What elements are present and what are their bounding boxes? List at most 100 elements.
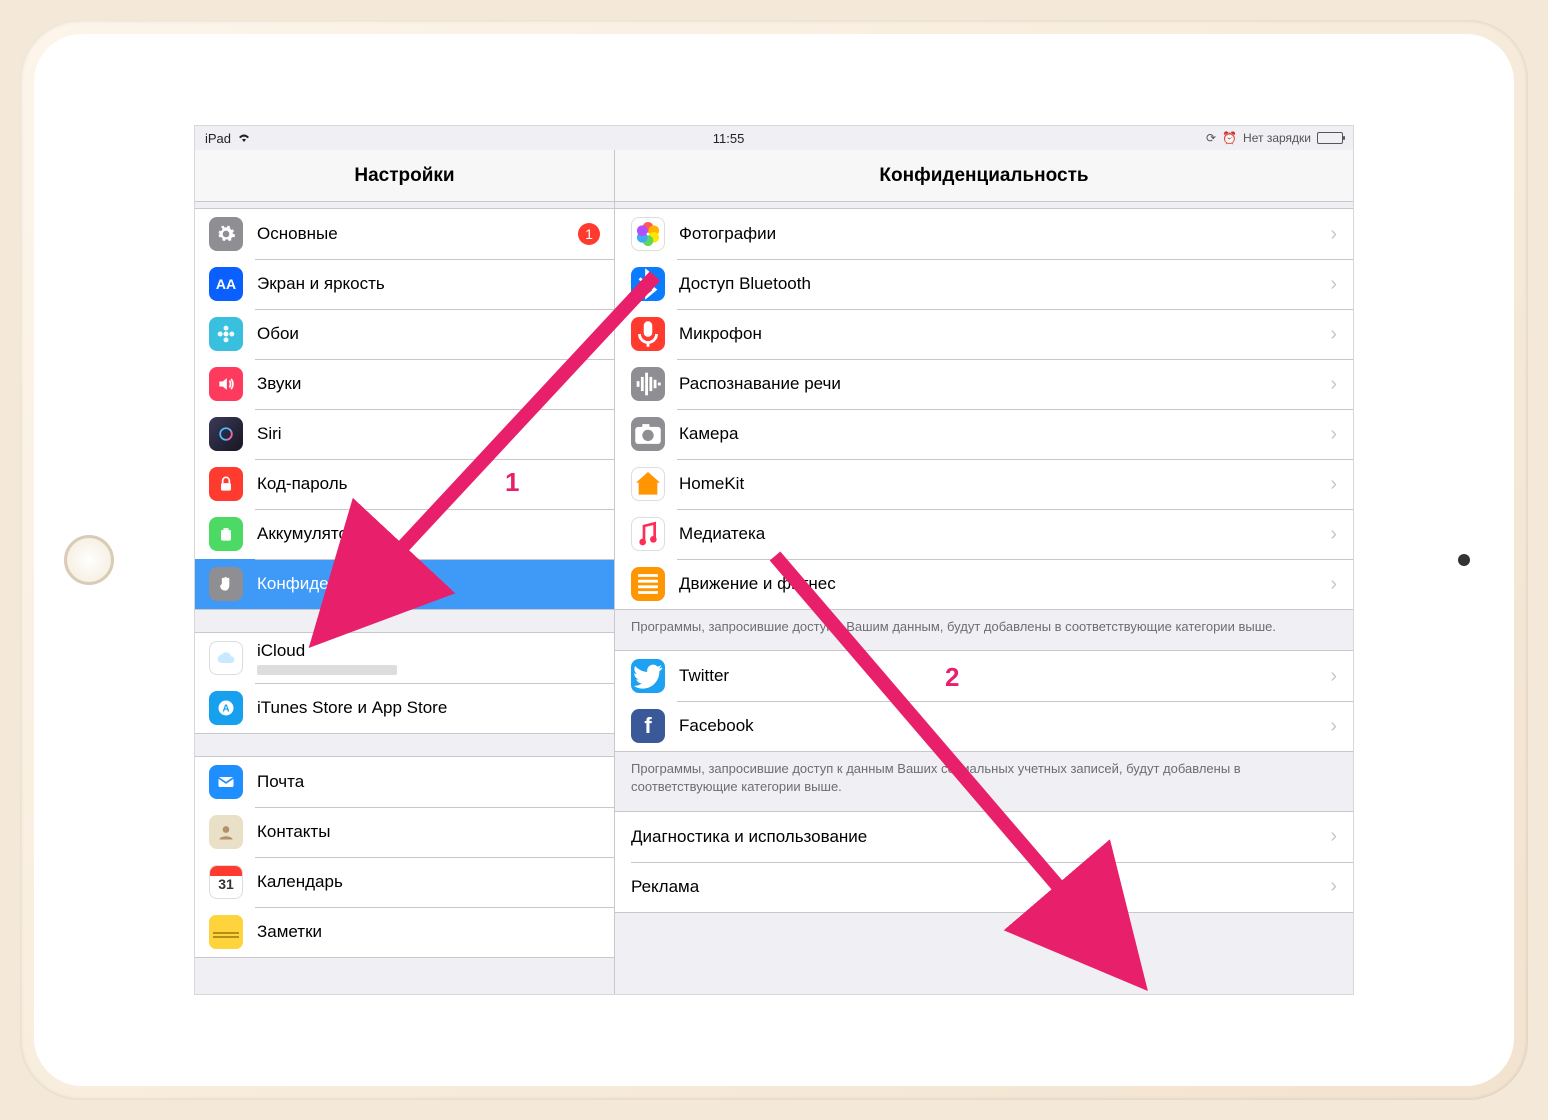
- sidebar-item-battery[interactable]: Аккумулятор: [195, 509, 614, 559]
- device-label: iPad: [205, 131, 231, 146]
- detail-group: Twitter›fFacebook›: [615, 650, 1353, 752]
- notes-icon: [209, 915, 243, 949]
- lock-icon: [209, 467, 243, 501]
- privacy-item-label: HomeKit: [679, 474, 1330, 494]
- privacy-item-diag[interactable]: Диагностика и использование›: [615, 812, 1353, 862]
- chevron-right-icon: ›: [1330, 665, 1337, 688]
- siri-icon: [209, 417, 243, 451]
- section-footer: Программы, запросившие доступ к Вашим да…: [615, 610, 1353, 650]
- status-bar: iPad 11:55 ⟳ ⏰ Нет зарядки: [195, 126, 1353, 150]
- privacy-item-photos[interactable]: Фотографии›: [615, 209, 1353, 259]
- sidebar-item-contacts[interactable]: Контакты: [195, 807, 614, 857]
- sidebar-scroll[interactable]: Основные1 AA Экран и яркость Обои Звуки Siri К…: [195, 202, 614, 994]
- sidebar-item-display[interactable]: AA Экран и яркость: [195, 259, 614, 309]
- sidebar-group: Основные1 AA Экран и яркость Обои Звуки Siri К…: [195, 208, 614, 610]
- chevron-right-icon: ›: [1330, 473, 1337, 496]
- chevron-right-icon: ›: [1330, 523, 1337, 546]
- sidebar-item-icloud[interactable]: iCloud: [195, 633, 614, 683]
- chevron-right-icon: ›: [1330, 715, 1337, 738]
- privacy-item-bluetooth[interactable]: Доступ Bluetooth›: [615, 259, 1353, 309]
- sidebar-title: Настройки: [195, 150, 614, 202]
- sidebar-item-label: Siri: [257, 424, 600, 444]
- privacy-item-speech[interactable]: Распознавание речи›: [615, 359, 1353, 409]
- privacy-item-ads[interactable]: Реклама›: [615, 862, 1353, 912]
- chevron-right-icon: ›: [1330, 825, 1337, 848]
- sidebar-item-label: Конфиденциальность: [257, 574, 600, 594]
- sidebar-item-label: Почта: [257, 772, 600, 792]
- privacy-item-twitter[interactable]: Twitter›: [615, 651, 1353, 701]
- privacy-item-label: Facebook: [679, 716, 1330, 736]
- privacy-item-motion[interactable]: Движение и фитнес›: [615, 559, 1353, 609]
- detail-scroll[interactable]: Фотографии›Доступ Bluetooth›Микрофон›Рас…: [615, 202, 1353, 994]
- section-footer: Программы, запросившие доступ к данным В…: [615, 752, 1353, 810]
- battery-icon: [1317, 132, 1343, 144]
- home-icon: [631, 467, 665, 501]
- privacy-item-facebook[interactable]: f Facebook›: [615, 701, 1353, 751]
- chevron-right-icon: ›: [1330, 875, 1337, 898]
- svg-text:A: A: [222, 703, 229, 714]
- chevron-right-icon: ›: [1330, 223, 1337, 246]
- gear-icon: [209, 217, 243, 251]
- sidebar-item-calendar[interactable]: 31 Календарь: [195, 857, 614, 907]
- mic-icon: [631, 317, 665, 351]
- sidebar-item-sounds[interactable]: Звуки: [195, 359, 614, 409]
- sidebar-item-label: Аккумулятор: [257, 524, 600, 544]
- sidebar-item-mail[interactable]: Почта: [195, 757, 614, 807]
- sidebar-item-siri[interactable]: Siri: [195, 409, 614, 459]
- detail-group: Диагностика и использование›Реклама›: [615, 811, 1353, 913]
- appstore-icon: A: [209, 691, 243, 725]
- sidebar-item-label: Календарь: [257, 872, 600, 892]
- detail-title: Конфиденциальность: [615, 150, 1353, 202]
- aa-icon: AA: [209, 267, 243, 301]
- camera-icon: [631, 417, 665, 451]
- orientation-lock-icon: ⟳: [1206, 131, 1216, 145]
- sidebar-item-label: Экран и яркость: [257, 274, 600, 294]
- ipad-bezel: iPad 11:55 ⟳ ⏰ Нет зарядки Настройки: [34, 34, 1514, 1086]
- chevron-right-icon: ›: [1330, 323, 1337, 346]
- privacy-item-media[interactable]: Медиатека›: [615, 509, 1353, 559]
- privacy-item-homekit[interactable]: HomeKit›: [615, 459, 1353, 509]
- front-camera: [1458, 554, 1470, 566]
- clock: 11:55: [251, 131, 1206, 146]
- sidebar-group: iCloud AiTunes Store и App Store: [195, 632, 614, 734]
- home-button[interactable]: [64, 535, 114, 585]
- detail-group: Фотографии›Доступ Bluetooth›Микрофон›Рас…: [615, 208, 1353, 610]
- sidebar-item-label: Обои: [257, 324, 600, 344]
- contacts-icon: [209, 815, 243, 849]
- wifi-icon: [237, 131, 251, 146]
- sidebar-item-label: iTunes Store и App Store: [257, 698, 600, 718]
- sidebar-item-general[interactable]: Основные1: [195, 209, 614, 259]
- cloud-icon: [209, 641, 243, 675]
- privacy-item-label: Реклама: [631, 877, 1330, 897]
- sidebar-item-label: Заметки: [257, 922, 600, 942]
- privacy-item-label: Камера: [679, 424, 1330, 444]
- privacy-item-label: Диагностика и использование: [631, 827, 1330, 847]
- sidebar-item-appstore[interactable]: AiTunes Store и App Store: [195, 683, 614, 733]
- photos-icon: [631, 217, 665, 251]
- sidebar-item-notes[interactable]: Заметки: [195, 907, 614, 957]
- chevron-right-icon: ›: [1330, 573, 1337, 596]
- badge: 1: [578, 223, 600, 245]
- alarm-icon: ⏰: [1222, 131, 1237, 145]
- ipad-frame: iPad 11:55 ⟳ ⏰ Нет зарядки Настройки: [20, 20, 1528, 1100]
- sidebar-item-passcode[interactable]: Код-пароль: [195, 459, 614, 509]
- privacy-item-microphone[interactable]: Микрофон›: [615, 309, 1353, 359]
- detail-pane: Конфиденциальность Фотографии›Доступ Blu…: [615, 150, 1353, 994]
- sidebar-item-label: Контакты: [257, 822, 600, 842]
- sidebar-item-label: iCloud: [257, 641, 397, 661]
- chevron-right-icon: ›: [1330, 423, 1337, 446]
- sidebar-item-wallpaper[interactable]: Обои: [195, 309, 614, 359]
- calendar-icon: 31: [209, 865, 243, 899]
- sidebar-group: Почта Контакты 31 Календарь Заметки: [195, 756, 614, 958]
- chevron-right-icon: ›: [1330, 373, 1337, 396]
- sidebar-item-label: Код-пароль: [257, 474, 600, 494]
- hand-icon: [209, 567, 243, 601]
- privacy-item-camera[interactable]: Камера›: [615, 409, 1353, 459]
- facebook-icon: f: [631, 709, 665, 743]
- privacy-item-label: Фотографии: [679, 224, 1330, 244]
- privacy-item-label: Доступ Bluetooth: [679, 274, 1330, 294]
- icloud-account-placeholder: [257, 665, 397, 675]
- privacy-item-label: Медиатека: [679, 524, 1330, 544]
- sidebar-item-privacy[interactable]: Конфиденциальность: [195, 559, 614, 609]
- flower-icon: [209, 317, 243, 351]
